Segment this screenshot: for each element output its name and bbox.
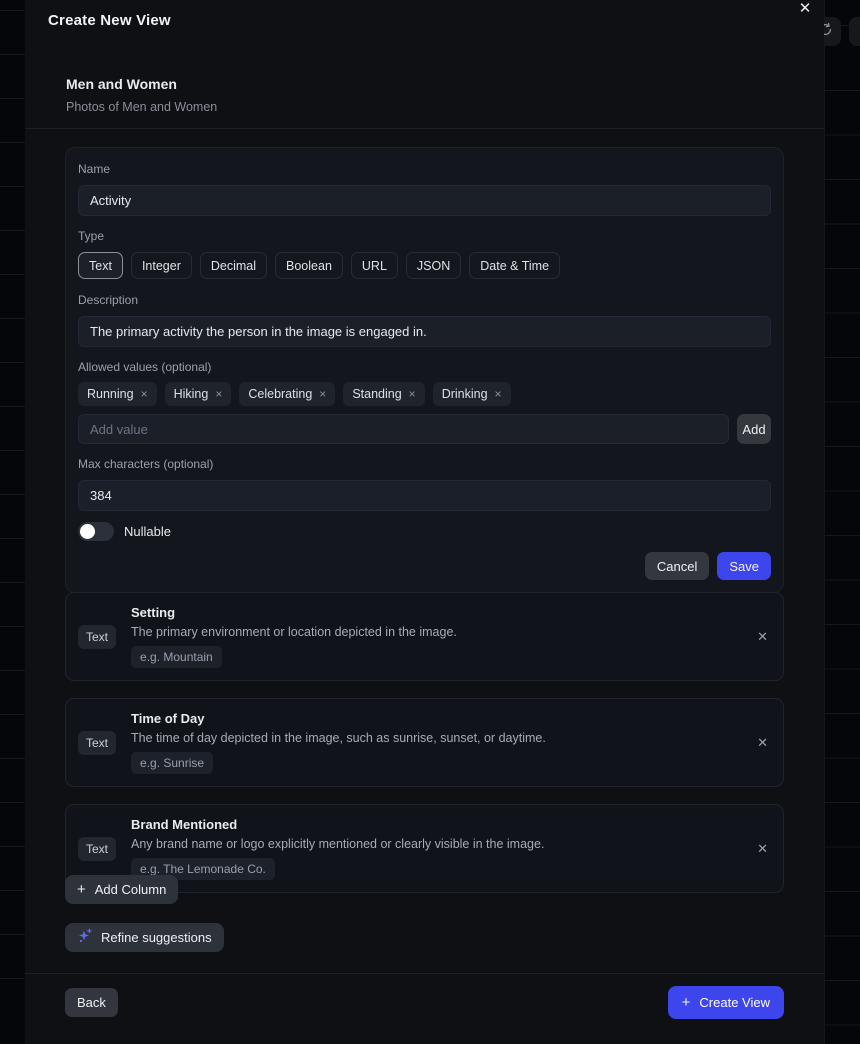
type-option-integer[interactable]: Integer bbox=[131, 252, 192, 279]
column-editor-card: Name Type Text Integer Decimal Boolean U… bbox=[65, 147, 784, 593]
plus-icon: + bbox=[77, 882, 86, 897]
chip-label: Hiking bbox=[174, 387, 209, 401]
column-example-chip: e.g. Mountain bbox=[131, 646, 222, 668]
background-table-left bbox=[0, 0, 25, 1044]
column-card-setting: Text Setting The primary environment or … bbox=[65, 592, 784, 681]
add-column-button[interactable]: + Add Column bbox=[65, 875, 178, 904]
name-input[interactable] bbox=[78, 185, 771, 216]
type-option-json[interactable]: JSON bbox=[406, 252, 461, 279]
type-option-decimal[interactable]: Decimal bbox=[200, 252, 267, 279]
remove-chip-icon[interactable]: × bbox=[319, 387, 326, 401]
column-example-chip: e.g. Sunrise bbox=[131, 752, 213, 774]
modal-title: Create New View bbox=[48, 12, 171, 29]
add-column-label: Add Column bbox=[95, 882, 167, 897]
divider bbox=[25, 973, 824, 974]
value-chip: Standing × bbox=[343, 382, 424, 406]
create-view-label: Create View bbox=[699, 995, 770, 1010]
close-icon[interactable]: ✕ bbox=[795, 0, 815, 18]
type-option-text[interactable]: Text bbox=[78, 252, 123, 279]
remove-column-icon[interactable]: ✕ bbox=[754, 629, 771, 645]
chip-label: Standing bbox=[352, 387, 401, 401]
value-chip: Running × bbox=[78, 382, 157, 406]
remove-column-icon[interactable]: ✕ bbox=[754, 841, 771, 857]
remove-chip-icon[interactable]: × bbox=[215, 387, 222, 401]
remove-chip-icon[interactable]: × bbox=[141, 387, 148, 401]
column-description: The time of day depicted in the image, s… bbox=[131, 731, 754, 745]
divider bbox=[25, 128, 824, 129]
max-characters-label: Max characters (optional) bbox=[78, 457, 771, 472]
suggested-columns-list: Text Setting The primary environment or … bbox=[65, 592, 784, 893]
description-label: Description bbox=[78, 293, 771, 308]
allowed-values-label: Allowed values (optional) bbox=[78, 360, 771, 375]
view-description: Photos of Men and Women bbox=[66, 100, 217, 114]
type-option-datetime[interactable]: Date & Time bbox=[469, 252, 560, 279]
remove-column-icon[interactable]: ✕ bbox=[754, 735, 771, 751]
create-new-view-modal: Create New View ✕ Men and Women Photos o… bbox=[25, 0, 824, 1044]
description-input[interactable] bbox=[78, 316, 771, 347]
column-description: Any brand name or logo explicitly mentio… bbox=[131, 837, 754, 851]
value-chip: Celebrating × bbox=[239, 382, 335, 406]
cancel-button[interactable]: Cancel bbox=[645, 552, 709, 580]
column-title: Time of Day bbox=[131, 711, 754, 726]
remove-chip-icon[interactable]: × bbox=[495, 387, 502, 401]
column-description: The primary environment or location depi… bbox=[131, 625, 754, 639]
type-options: Text Integer Decimal Boolean URL JSON Da… bbox=[78, 252, 771, 279]
add-value-input[interactable] bbox=[78, 414, 729, 444]
allowed-values-chips: Running× Hiking× Celebrating× Standing× … bbox=[78, 382, 771, 406]
nullable-label: Nullable bbox=[124, 524, 171, 539]
refine-suggestions-button[interactable]: Refine suggestions bbox=[65, 923, 224, 952]
name-label: Name bbox=[78, 162, 771, 177]
chip-label: Running bbox=[87, 387, 134, 401]
sparkles-icon bbox=[77, 928, 93, 947]
nullable-toggle[interactable] bbox=[78, 522, 114, 541]
refine-suggestions-label: Refine suggestions bbox=[101, 930, 212, 945]
type-badge: Text bbox=[78, 837, 116, 861]
view-name: Men and Women bbox=[66, 76, 177, 92]
type-badge: Text bbox=[78, 625, 116, 649]
type-option-boolean[interactable]: Boolean bbox=[275, 252, 343, 279]
column-title: Setting bbox=[131, 605, 754, 620]
chip-label: Celebrating bbox=[248, 387, 312, 401]
max-characters-input[interactable] bbox=[78, 480, 771, 511]
type-badge: Text bbox=[78, 731, 116, 755]
column-title: Brand Mentioned bbox=[131, 817, 754, 832]
toolbar-button-clipped[interactable] bbox=[849, 17, 860, 46]
background-table-right: ... ... ... bbox=[824, 0, 860, 1044]
back-button[interactable]: Back bbox=[65, 988, 118, 1017]
type-label: Type bbox=[78, 229, 771, 244]
type-option-url[interactable]: URL bbox=[351, 252, 398, 279]
add-value-button[interactable]: Add bbox=[737, 414, 771, 444]
remove-chip-icon[interactable]: × bbox=[409, 387, 416, 401]
toggle-knob bbox=[80, 524, 95, 539]
column-card-time-of-day: Text Time of Day The time of day depicte… bbox=[65, 698, 784, 787]
plus-icon: + bbox=[682, 995, 691, 1010]
save-button[interactable]: Save bbox=[717, 552, 771, 580]
value-chip: Drinking × bbox=[433, 382, 511, 406]
create-view-button[interactable]: + Create View bbox=[668, 986, 784, 1019]
chip-label: Drinking bbox=[442, 387, 488, 401]
value-chip: Hiking × bbox=[165, 382, 232, 406]
